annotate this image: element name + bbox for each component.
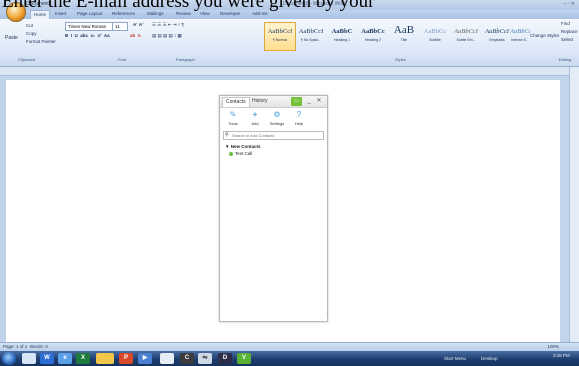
overlay-caption: Enter the E-mail address you were given … xyxy=(2,0,375,12)
settings-button[interactable]: ⚙ Settings xyxy=(268,110,286,126)
window-icon[interactable] xyxy=(160,353,174,364)
contact-group-header[interactable]: ▼ New Contacts xyxy=(225,144,260,149)
add-icon: + xyxy=(252,110,258,119)
settings-icon: ⚙ xyxy=(273,110,281,119)
app-c-icon[interactable]: C xyxy=(180,353,194,364)
style-sample: AaBbCcI xyxy=(510,28,530,35)
style-sample: AaBbCcI xyxy=(485,28,509,35)
tab-contacts[interactable]: Contacts xyxy=(222,97,250,107)
paste-button[interactable]: Paste xyxy=(5,35,18,41)
style-subtle-emphasis[interactable]: AaBbCcI Subtle Em... xyxy=(450,22,482,51)
alignment-buttons[interactable]: ▤ ▤ ▤ ▤ ↕ ▦ xyxy=(152,33,182,39)
style-normal[interactable]: AaBbCcI ¶ Normal xyxy=(264,22,296,51)
format-painter-button[interactable]: Format Painter xyxy=(26,39,56,44)
format-buttons[interactable]: B I U abc x₂ x² Aa xyxy=(65,33,110,38)
explorer-icon[interactable] xyxy=(96,353,114,364)
list-buttons[interactable]: ☰ ☰ ☰ ⇤ ⇥ ↕ ¶ xyxy=(152,22,184,28)
style-sample: AaBbCcI xyxy=(454,28,478,35)
contacts-app-icon[interactable]: V xyxy=(237,353,251,364)
powerpoint-icon[interactable]: P xyxy=(119,353,133,364)
style-name: Emphasis xyxy=(489,38,505,42)
style-sample: AaBbC xyxy=(331,28,353,35)
style-intense-emphasis[interactable]: AaBbCcI Intense E... xyxy=(509,22,531,51)
excel-icon[interactable]: X xyxy=(76,353,90,364)
styles-group-label: Styles xyxy=(395,57,406,62)
tray-desktop[interactable]: Desktop xyxy=(481,356,498,361)
search-input[interactable] xyxy=(232,132,320,139)
style-heading-1[interactable]: AaBbC Heading 1 xyxy=(326,22,358,51)
ruler xyxy=(0,67,579,76)
font-name-box[interactable]: Times New Roman xyxy=(65,22,113,31)
paragraph-group-label: Paragraph xyxy=(176,57,195,62)
style-heading-2[interactable]: AaBbCc Heading 2 xyxy=(357,22,389,51)
style-name: Heading 1 xyxy=(334,38,350,42)
word-count: Words: 0 xyxy=(29,344,48,349)
folder-icon[interactable] xyxy=(22,353,36,364)
style-sample: AaBbCc xyxy=(423,28,447,35)
style-title[interactable]: AaB Title xyxy=(388,22,420,51)
style-name: Subtitle xyxy=(429,38,441,42)
group-name: New Contacts xyxy=(230,144,261,149)
font-group-label: Font xyxy=(118,57,127,62)
clipboard-group-label: Clipboard xyxy=(18,57,36,62)
style-name: Intense E... xyxy=(511,38,529,42)
style-name: Title xyxy=(400,38,408,42)
style-name: Heading 2 xyxy=(365,38,381,42)
help-button[interactable]: ? Help xyxy=(290,110,308,126)
cut-button[interactable]: Cut xyxy=(26,23,33,28)
help-icon: ? xyxy=(296,110,302,119)
contacts-panel-header: Contacts History ▭ _ ✕ xyxy=(220,96,327,108)
app-d-icon[interactable]: D xyxy=(218,353,232,364)
tools-button[interactable]: ✎ Tools xyxy=(224,110,242,126)
system-tray: Start Menu Desktop 3:38 PM xyxy=(429,351,579,366)
style-sample: AaBbCcI xyxy=(298,28,324,35)
contact-name: Test Call xyxy=(235,151,253,156)
close-icon[interactable]: ✕ xyxy=(315,97,323,106)
network-icon[interactable]: ⇋ xyxy=(198,353,212,364)
copy-button[interactable]: Copy xyxy=(26,31,37,36)
help-label: Help xyxy=(294,121,304,126)
style-subtitle[interactable]: AaBbCc Subtitle xyxy=(419,22,451,51)
word-icon[interactable]: W xyxy=(40,353,54,364)
page-count: Page: 1 of 1 xyxy=(3,344,28,349)
replace-button[interactable]: Replace xyxy=(561,29,578,34)
tab-history[interactable]: History xyxy=(249,97,271,106)
settings-label: Settings xyxy=(269,121,285,126)
style-sample: AaBbCcI xyxy=(267,28,293,35)
contact-item[interactable]: Test Call xyxy=(229,151,252,156)
tray-start-menu[interactable]: Start Menu xyxy=(444,356,466,361)
search-icon: ⚲ xyxy=(225,132,229,138)
editing-group-label: Editing xyxy=(559,57,572,62)
style-sample: AaB xyxy=(393,24,415,36)
clock[interactable]: 3:38 PM xyxy=(553,353,570,358)
contact-search[interactable]: ⚲ xyxy=(223,131,324,140)
grow-shrink-font[interactable]: Aˆ Aˇ xyxy=(133,22,144,27)
style-name: Subtle Em... xyxy=(456,38,476,42)
select-button[interactable]: Select xyxy=(561,37,574,42)
contacts-panel: Contacts History ▭ _ ✕ ✎ Tools + Add ⚙ S… xyxy=(219,95,328,322)
taskbar: W e X P ▶ C ⇋ D V Start Menu Desktop 3:3… xyxy=(0,351,579,366)
minimize-icon[interactable]: _ xyxy=(305,97,313,106)
resize-grip-icon[interactable]: ⋰ xyxy=(321,314,326,320)
style-name: ¶ Normal xyxy=(272,38,288,42)
add-label: Add xyxy=(251,121,259,126)
font-size-box[interactable]: 11 xyxy=(112,22,128,31)
media-icon[interactable]: ▶ xyxy=(138,353,152,364)
zoom-level[interactable]: 100% xyxy=(547,344,559,349)
add-button[interactable]: + Add xyxy=(246,110,264,126)
browser-icon[interactable]: e xyxy=(58,353,72,364)
style-no-spacing[interactable]: AaBbCcI ¶ No Spaci... xyxy=(295,22,327,51)
style-sample: AaBbCc xyxy=(361,28,385,35)
tools-label: Tools xyxy=(228,121,238,126)
find-button[interactable]: Find xyxy=(561,21,570,26)
style-name: ¶ No Spaci... xyxy=(301,38,321,42)
chat-icon[interactable]: ▭ xyxy=(291,97,302,106)
change-styles-button[interactable]: Change Styles xyxy=(530,33,559,38)
start-button[interactable] xyxy=(2,352,16,365)
vertical-scrollbar[interactable] xyxy=(569,67,579,342)
online-status-icon xyxy=(229,151,233,156)
tools-icon: ✎ xyxy=(229,110,237,119)
status-page-words: Page: 1 of 1 Words: 0 xyxy=(3,344,48,349)
font-color-button[interactable]: ab A xyxy=(130,33,141,38)
